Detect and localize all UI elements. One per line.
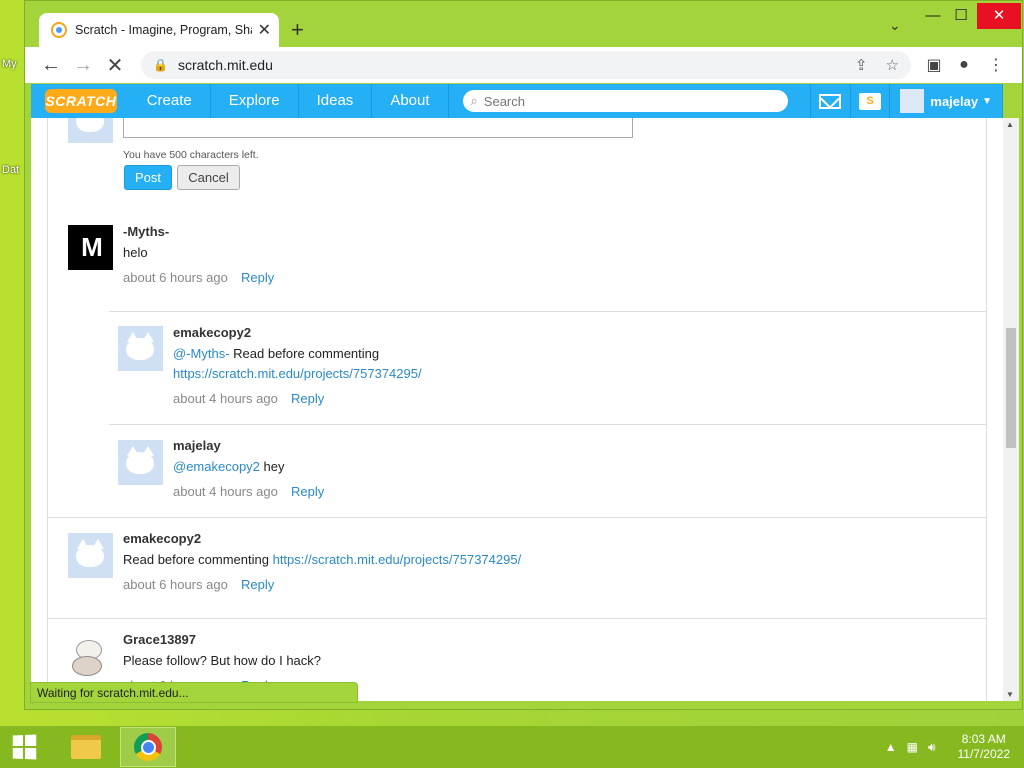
lock-icon[interactable]: 🔒 (153, 58, 168, 72)
avatar[interactable] (118, 440, 163, 485)
comment-text: @-Myths- Read before commenting (173, 346, 380, 361)
scratch-logo[interactable]: SCRATCH (45, 89, 117, 113)
reply-link[interactable]: Reply (241, 577, 274, 592)
windows-logo-icon (12, 734, 37, 760)
system-tray: ▲ ▦ 🔊︎ 8:03 AM 11/7/2022 (885, 726, 1010, 768)
comment-username[interactable]: Grace13897 (123, 632, 196, 647)
divider (47, 618, 987, 619)
stop-loading-button[interactable]: ✕ (99, 49, 131, 81)
chars-left-text: You have 500 characters left. (123, 149, 259, 161)
nav-explore[interactable]: Explore (211, 84, 299, 118)
close-window-button[interactable]: ✕ (977, 3, 1021, 29)
desktop-icon-label[interactable]: Dat (2, 164, 19, 176)
nav-about[interactable]: About (372, 84, 449, 118)
comment-time: about 6 hours ago (123, 270, 228, 285)
search-input[interactable] (483, 93, 781, 109)
clock-date: 11/7/2022 (957, 747, 1011, 761)
chevron-down-icon: ▼ (982, 95, 992, 107)
volume-icon[interactable]: 🔊︎ (928, 740, 936, 755)
avatar[interactable] (68, 634, 113, 679)
messages-button[interactable] (810, 84, 850, 118)
nav-create[interactable]: Create (129, 84, 211, 118)
comment-time: about 4 hours ago (173, 484, 278, 499)
scroll-up-icon[interactable]: ▲ (1006, 120, 1014, 129)
share-icon[interactable]: ⇪ (855, 56, 868, 74)
clock[interactable]: 8:03 AM 11/7/2022 (958, 732, 1011, 762)
comment-text: @emakecopy2 hey (173, 459, 285, 474)
envelope-icon (819, 93, 842, 109)
comment-textarea[interactable] (123, 118, 633, 138)
title-bar: Scratch - Imagine, Program, Share ✕ + ⌄ … (25, 1, 1022, 47)
tab-title: Scratch - Imagine, Program, Share (75, 23, 252, 37)
network-icon[interactable]: ▦ (907, 740, 918, 754)
avatar[interactable]: M (68, 225, 113, 270)
nav-username: majelay (930, 93, 979, 109)
profile-icon[interactable]: ● (950, 51, 978, 79)
mention-link[interactable]: @emakecopy2 (173, 459, 260, 474)
divider (109, 424, 987, 425)
folder-icon: S (859, 92, 882, 110)
project-link[interactable]: https://scratch.mit.edu/projects/7573742… (173, 366, 422, 381)
scroll-thumb[interactable] (1006, 328, 1016, 448)
avatar[interactable] (118, 326, 163, 371)
taskbar-file-explorer[interactable] (58, 727, 114, 767)
comment-text: Please follow? But how do I hack? (123, 653, 322, 668)
browser-window: Scratch - Imagine, Program, Share ✕ + ⌄ … (24, 0, 1023, 710)
reply-link[interactable]: Reply (241, 270, 274, 285)
my-stuff-button[interactable]: S (849, 84, 890, 118)
start-button[interactable] (0, 726, 48, 768)
comment-text: helo (123, 245, 148, 260)
avatar (900, 89, 925, 113)
avatar (68, 118, 113, 143)
comment-link-line: https://scratch.mit.edu/projects/7573742… (173, 366, 422, 381)
comments-frame (47, 118, 987, 701)
comment-username[interactable]: emakecopy2 (173, 325, 251, 340)
address-bar[interactable]: 🔒 scratch.mit.edu ⇪ ☆ (141, 51, 911, 79)
cancel-button[interactable]: Cancel (177, 165, 240, 190)
search-box[interactable]: ⌕ (462, 90, 789, 112)
page-scrollbar[interactable]: ▲ ▼ (1003, 118, 1019, 701)
taskbar: ▲ ▦ 🔊︎ 8:03 AM 11/7/2022 (0, 726, 1024, 768)
side-panel-icon[interactable]: ▣ (920, 51, 948, 79)
comment-time: about 6 hours ago (123, 577, 228, 592)
browser-tab[interactable]: Scratch - Imagine, Program, Share ✕ (39, 13, 279, 47)
folder-icon (71, 735, 101, 759)
divider (109, 311, 987, 312)
back-button[interactable]: ← (35, 49, 67, 81)
comment-username[interactable]: -Myths- (123, 224, 169, 239)
clock-time: 8:03 AM (961, 732, 1006, 746)
scroll-down-icon[interactable]: ▼ (1006, 690, 1014, 699)
chrome-icon (134, 733, 162, 761)
post-button[interactable]: Post (124, 165, 172, 190)
reply-link[interactable]: Reply (291, 391, 324, 406)
tab-close-icon[interactable]: ✕ (258, 20, 271, 40)
comments-section: You have 500 characters left. Post Cance… (31, 118, 1003, 701)
scratch-favicon-icon (51, 22, 67, 38)
desktop-icon-label[interactable]: My (2, 58, 17, 70)
comment-username[interactable]: emakecopy2 (123, 531, 201, 546)
project-link[interactable]: https://scratch.mit.edu/projects/7573742… (273, 552, 522, 567)
reply-link[interactable]: Reply (291, 484, 324, 499)
chevron-up-icon[interactable]: ▲ (885, 740, 897, 754)
tab-search-icon[interactable]: ⌄ (889, 17, 901, 34)
bookmark-star-icon[interactable]: ☆ (886, 56, 899, 74)
new-tab-button[interactable]: + (291, 17, 304, 43)
comment-text: Read before commenting https://scratch.m… (123, 552, 522, 567)
browser-toolbar: ← → ✕ 🔒 scratch.mit.edu ⇪ ☆ ▣ ● ⋮ (25, 47, 1022, 83)
search-icon: ⌕ (470, 93, 478, 108)
comment-username[interactable]: majelay (173, 438, 221, 453)
url-text[interactable]: scratch.mit.edu (178, 57, 837, 73)
divider (47, 517, 987, 518)
mention-link[interactable]: @-Myths- (173, 346, 230, 361)
scratch-navbar: SCRATCH Create Explore Ideas About ⌕ S m… (31, 84, 1003, 118)
account-menu[interactable]: majelay ▼ (889, 84, 1003, 118)
forward-button[interactable]: → (67, 49, 99, 81)
status-bubble: Waiting for scratch.mit.edu... (30, 682, 358, 703)
nav-ideas[interactable]: Ideas (299, 84, 373, 118)
taskbar-chrome[interactable] (120, 727, 176, 767)
menu-kebab-icon[interactable]: ⋮ (982, 51, 1010, 79)
comment-time: about 4 hours ago (173, 391, 278, 406)
avatar[interactable] (68, 533, 113, 578)
